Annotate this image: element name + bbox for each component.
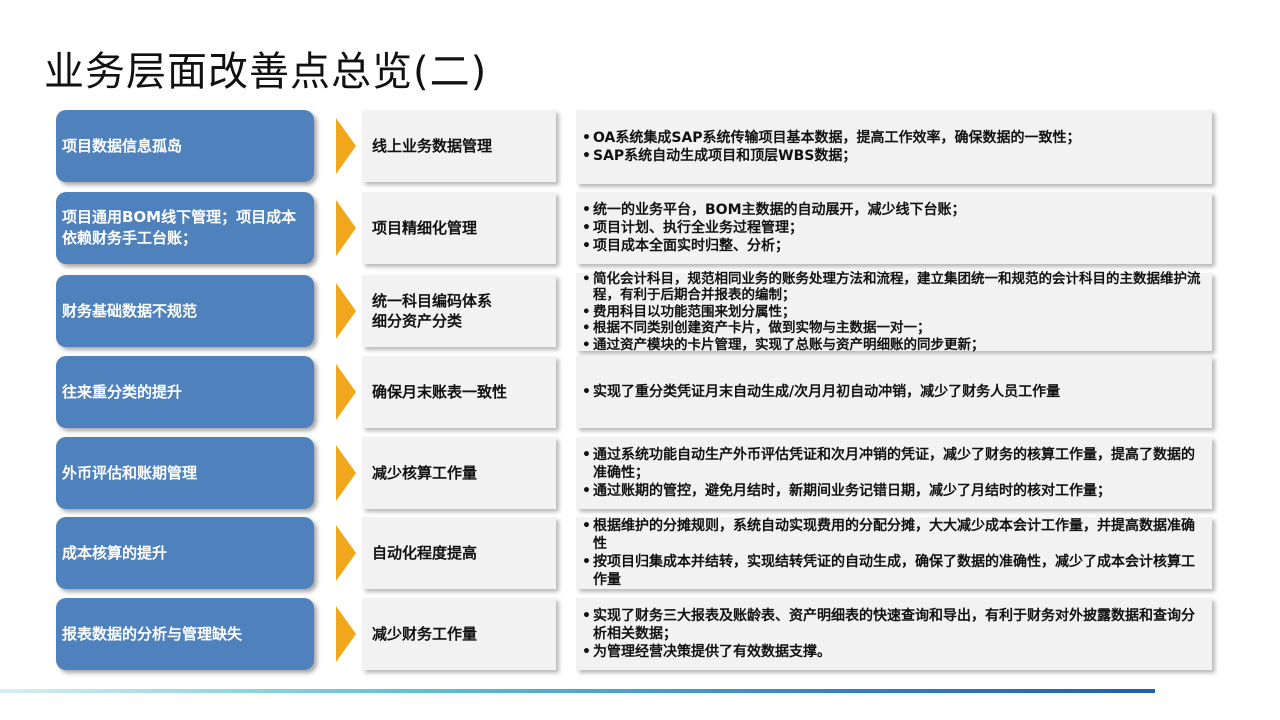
issue-label: 项目通用BOM线下管理；项目成本依赖财务手工台账； [62,208,297,247]
issue-label: 成本核算的提升 [62,543,168,562]
detail-list: 简化会计科目，规范相同业务的账务处理方法和流程，建立集团统一和规范的会计科目的主… [582,271,1204,354]
chevron-right-icon [334,517,358,589]
issue-box: 财务基础数据不规范 [56,275,314,347]
detail-item: 实现了财务三大报表及账龄表、资产明细表的快速查询和导出，有利于财务对外披露数据和… [582,607,1204,643]
detail-item: 根据维护的分摊规则，系统自动实现费用的分配分摊，大大减少成本会计工作量，并提高数… [582,517,1204,553]
target-label: 自动化程度提高 [372,544,478,562]
detail-item: SAP系统自动生成项目和顶层WBS数据； [582,147,1081,165]
target-label: 确保月末账表一致性 [372,383,508,401]
chevron-right-icon [334,275,358,347]
detail-item: 通过账期的管控，避免月结时，新期间业务记错日期，减少了月结时的核对工作量； [582,482,1204,500]
detail-item: 为管理经营决策提供了有效数据支撑。 [582,643,1204,661]
issue-box: 报表数据的分析与管理缺失 [56,598,314,670]
detail-list: OA系统集成SAP系统传输项目基本数据，提高工作效率，确保数据的一致性；SAP系… [582,129,1081,165]
detail-item: OA系统集成SAP系统传输项目基本数据，提高工作效率，确保数据的一致性； [582,129,1081,147]
chevron-right-icon [334,437,358,509]
chevron-right-icon [334,192,358,264]
issue-box: 往来重分类的提升 [56,356,314,428]
chevron-right-icon [334,598,358,670]
detail-item: 通过系统功能自动生产外币评估凭证和次月冲销的凭证，减少了财务的核算工作量，提高了… [582,446,1204,482]
issue-label: 外币评估和账期管理 [62,463,198,482]
detail-item: 项目计划、执行全业务过程管理； [582,219,966,237]
target-box: 减少核算工作量 [362,437,556,509]
detail-box: 实现了财务三大报表及账龄表、资产明细表的快速查询和导出，有利于财务对外披露数据和… [576,598,1212,670]
target-label: 减少财务工作量 [372,625,478,643]
issue-label: 报表数据的分析与管理缺失 [62,624,243,643]
detail-item: 通过资产模块的卡片管理，实现了总账与资产明细账的同步更新； [582,337,1204,354]
detail-list: 根据维护的分摊规则，系统自动实现费用的分配分摊，大大减少成本会计工作量，并提高数… [582,517,1204,589]
detail-item: 根据不同类别创建资产卡片，做到实物与主数据一对一； [582,320,1204,337]
target-box: 自动化程度提高 [362,517,556,589]
detail-item: 项目成本全面实时归整、分析； [582,237,966,255]
target-label: 减少核算工作量 [372,464,478,482]
detail-list: 通过系统功能自动生产外币评估凭证和次月冲销的凭证，减少了财务的核算工作量，提高了… [582,446,1204,500]
detail-box: 根据维护的分摊规则，系统自动实现费用的分配分摊，大大减少成本会计工作量，并提高数… [576,517,1212,589]
issue-box: 外币评估和账期管理 [56,437,314,509]
issue-label: 往来重分类的提升 [62,382,183,401]
detail-list: 实现了财务三大报表及账龄表、资产明细表的快速查询和导出，有利于财务对外披露数据和… [582,607,1204,661]
detail-item: 按项目归集成本并结转，实现结转凭证的自动生成，确保了数据的准确性，减少了成本会计… [582,553,1204,589]
target-box: 统一科目编码体系 细分资产分类 [362,275,556,347]
target-box: 减少财务工作量 [362,598,556,670]
chevron-right-icon [334,110,358,182]
chevron-right-icon [334,356,358,428]
page-title: 业务层面改善点总览(二) [44,49,488,95]
detail-list: 统一的业务平台，BOM主数据的自动展开，减少线下台账；项目计划、执行全业务过程管… [582,201,966,255]
detail-box: 通过系统功能自动生产外币评估凭证和次月冲销的凭证，减少了财务的核算工作量，提高了… [576,437,1212,509]
detail-box: 统一的业务平台，BOM主数据的自动展开，减少线下台账；项目计划、执行全业务过程管… [576,192,1212,264]
issue-label: 项目数据信息孤岛 [62,136,183,155]
target-label: 线上业务数据管理 [372,137,493,155]
footer-divider [0,689,1155,693]
slide: 业务层面改善点总览(二) 项目数据信息孤岛 线上业务数据管理 OA系统集成SAP系统… [0,0,1280,720]
detail-item: 实现了重分类凭证月末自动生成/次月月初自动冲销，减少了财务人员工作量 [582,383,1060,401]
target-box: 确保月末账表一致性 [362,356,556,428]
target-label: 统一科目编码体系 细分资产分类 [372,292,493,330]
detail-item: 简化会计科目，规范相同业务的账务处理方法和流程，建立集团统一和规范的会计科目的主… [582,271,1204,304]
detail-box: OA系统集成SAP系统传输项目基本数据，提高工作效率，确保数据的一致性；SAP系… [576,110,1212,184]
target-label: 项目精细化管理 [372,219,478,237]
detail-box: 简化会计科目，规范相同业务的账务处理方法和流程，建立集团统一和规范的会计科目的主… [576,271,1212,354]
issue-box: 项目通用BOM线下管理；项目成本依赖财务手工台账； [56,192,314,264]
target-box: 线上业务数据管理 [362,110,556,182]
issue-box: 项目数据信息孤岛 [56,110,314,182]
detail-list: 实现了重分类凭证月末自动生成/次月月初自动冲销，减少了财务人员工作量 [582,383,1060,401]
issue-box: 成本核算的提升 [56,517,314,589]
detail-box: 实现了重分类凭证月末自动生成/次月月初自动冲销，减少了财务人员工作量 [576,356,1212,428]
detail-item: 费用科目以功能范围来划分属性； [582,304,1204,321]
detail-item: 统一的业务平台，BOM主数据的自动展开，减少线下台账； [582,201,966,219]
issue-label: 财务基础数据不规范 [62,301,198,320]
target-box: 项目精细化管理 [362,192,556,264]
